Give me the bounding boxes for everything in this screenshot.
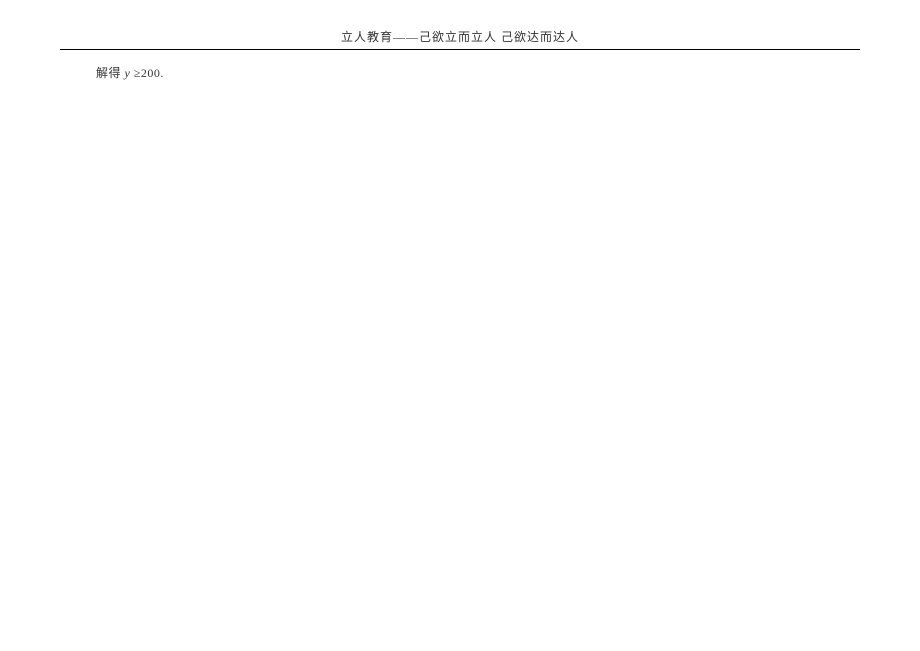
solution-prefix: 解得 [96,66,125,80]
solution-suffix: ≥200. [130,66,164,80]
page-header: 立人教育——己欲立而立人 己欲达而达人 [60,28,860,50]
content-area: 解得 y ≥200. [60,50,860,81]
document-page: 立人教育——己欲立而立人 己欲达而达人 解得 y ≥200. [0,0,920,651]
solution-line: 解得 y ≥200. [96,64,860,81]
